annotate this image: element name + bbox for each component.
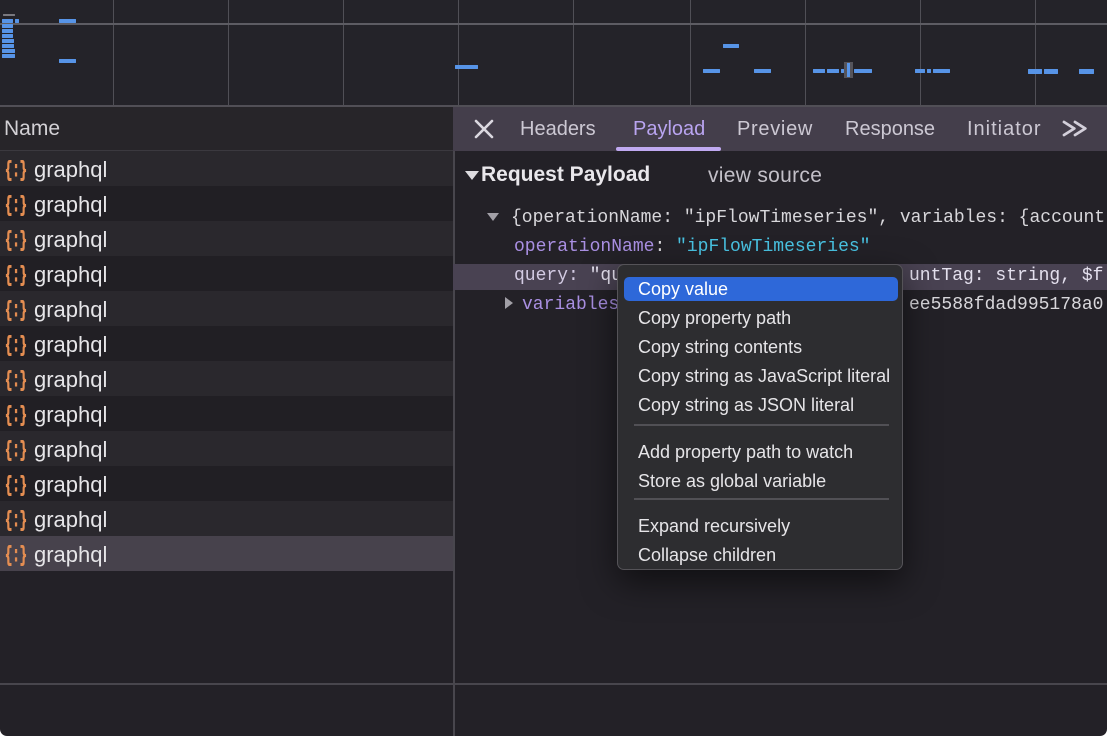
svg-text:{:}: {:} xyxy=(5,195,27,216)
svg-text:{:}: {:} xyxy=(5,405,27,426)
svg-text:{:}: {:} xyxy=(5,510,27,531)
svg-text:{:}: {:} xyxy=(5,265,27,286)
svg-text:{:}: {:} xyxy=(5,160,27,181)
svg-text:{:}: {:} xyxy=(5,300,27,321)
svg-text:{:}: {:} xyxy=(5,545,27,566)
svg-text:{:}: {:} xyxy=(5,335,27,356)
svg-text:{:}: {:} xyxy=(5,370,27,391)
svg-text:{:}: {:} xyxy=(5,230,27,251)
svg-text:{:}: {:} xyxy=(5,475,27,496)
svg-text:{:}: {:} xyxy=(5,440,27,461)
